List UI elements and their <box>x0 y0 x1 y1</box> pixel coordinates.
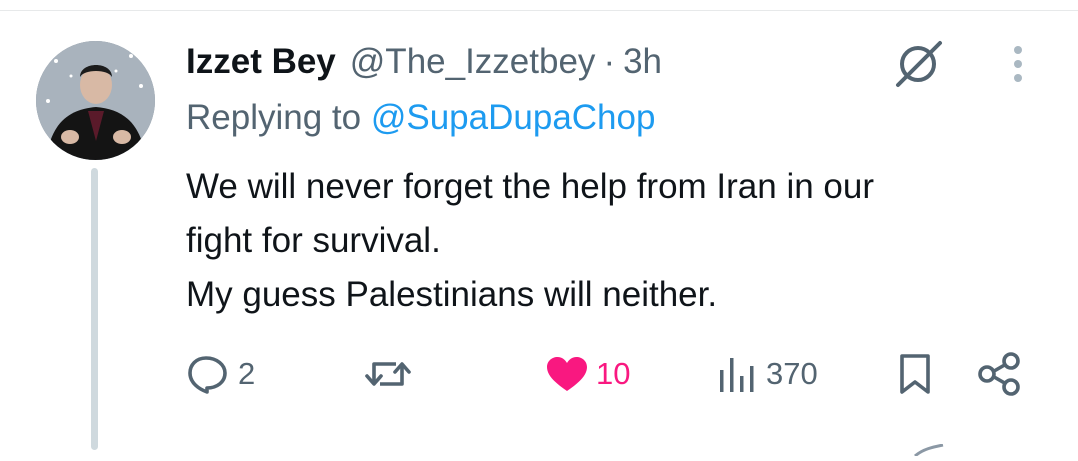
views-button[interactable]: 370 <box>716 348 818 400</box>
tweet-text: We will never forget the help from Iran … <box>186 160 1046 322</box>
reply-mention-link[interactable]: @SupaDupaChop <box>371 98 656 137</box>
thread-line <box>91 168 98 450</box>
bookmark-icon <box>900 354 930 394</box>
avatar[interactable] <box>36 41 155 160</box>
like-button[interactable]: 10 <box>544 348 630 400</box>
grok-slash-circle-icon <box>896 41 942 87</box>
tweet-time[interactable]: 3h <box>623 42 662 82</box>
author-name[interactable]: Izzet Bey <box>186 42 336 82</box>
avatar-image <box>36 41 155 160</box>
tweet-text-line: fight for survival. <box>186 221 441 260</box>
replying-to-line: Replying to @SupaDupaChop <box>186 98 655 138</box>
retweet-button[interactable] <box>364 348 418 400</box>
header-separator: · <box>603 42 616 81</box>
next-item-hint <box>905 443 945 458</box>
reply-button[interactable]: 2 <box>186 348 255 400</box>
top-divider <box>0 10 1078 11</box>
reply-count: 2 <box>238 356 256 391</box>
bookmark-button[interactable] <box>895 348 935 400</box>
retweet-arrows-icon <box>365 362 411 386</box>
heart-filled-icon <box>547 357 587 391</box>
more-options-button[interactable] <box>1004 40 1032 88</box>
bar-chart-icon <box>720 358 754 392</box>
tweet-text-line: We will never forget the help from Iran … <box>186 167 875 206</box>
share-nodes-icon <box>978 352 1020 396</box>
vertical-dots-icon <box>1014 46 1022 82</box>
like-count: 10 <box>596 356 631 391</box>
tweet-text-line: My guess Palestinians will neither. <box>186 275 718 314</box>
tweet-header: Izzet Bey @The_Izzetbey · 3h <box>186 39 662 85</box>
view-count: 370 <box>766 356 818 391</box>
replying-to-label: Replying to <box>186 98 362 137</box>
speech-bubble-icon <box>188 356 227 394</box>
grok-button[interactable] <box>890 38 946 90</box>
share-button[interactable] <box>975 348 1023 400</box>
author-handle[interactable]: @The_Izzetbey <box>350 42 596 82</box>
